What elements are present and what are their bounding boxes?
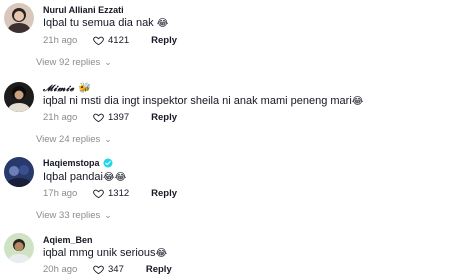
bee-emoji: 🐝: [77, 83, 91, 94]
emoji: 😂: [155, 248, 168, 259]
comment-body: Iqbal pandai: [43, 171, 103, 183]
comment-text: Iqbal tu semua dia nak 😂: [43, 17, 168, 29]
emoji: 😂: [351, 96, 364, 107]
comment-username[interactable]: Nurul Alliani Ezzati: [43, 5, 124, 15]
emoji: 😂😂: [102, 172, 127, 183]
like-count: 347: [108, 264, 124, 275]
avatar-image: [4, 233, 34, 263]
avatar-image: [4, 3, 34, 33]
heart-outline-icon: [93, 113, 104, 123]
avatar[interactable]: [4, 82, 34, 112]
comment-meta: 21h ago 1397 Reply: [43, 112, 177, 123]
chevron-down-icon: ⌄: [104, 210, 112, 220]
comment-body: Iqbal tu semua dia nak: [43, 17, 154, 29]
comment-username[interactable]: Haqiemstopa: [43, 158, 113, 168]
comment-meta: 17h ago 1312 Reply: [43, 188, 177, 199]
view-replies-button[interactable]: View 33 replies ⌄: [36, 210, 112, 221]
username-text: Aqiem_Ben: [43, 235, 93, 245]
view-replies-label: View 33 replies: [36, 210, 101, 221]
comment-text: iqbal ni msti dia ingt inspektor sheila …: [43, 95, 363, 107]
reply-button[interactable]: Reply: [146, 264, 172, 275]
timestamp: 21h ago: [43, 112, 78, 123]
comment-text: iqbal mmg unik serious😂: [43, 247, 167, 259]
like-button[interactable]: 1397: [93, 112, 129, 123]
heart-outline-icon: [93, 189, 104, 199]
timestamp: 17h ago: [43, 188, 78, 199]
avatar-image: [4, 82, 34, 112]
like-button[interactable]: 4121: [93, 35, 129, 46]
verified-check-icon: [103, 158, 113, 168]
reply-button[interactable]: Reply: [151, 35, 177, 46]
emoji: 😂: [156, 18, 169, 29]
view-replies-label: View 92 replies: [36, 57, 101, 68]
comment-username[interactable]: 𝓜𝓲𝓶𝓲𝓮 🐝: [43, 83, 91, 94]
view-replies-button[interactable]: View 92 replies ⌄: [36, 57, 112, 68]
avatar-image: [4, 157, 34, 187]
avatar[interactable]: [4, 157, 34, 187]
avatar[interactable]: [4, 233, 34, 263]
comment-body: iqbal ni msti dia ingt inspektor sheila …: [43, 95, 352, 107]
reply-button[interactable]: Reply: [151, 112, 177, 123]
reply-button[interactable]: Reply: [151, 188, 177, 199]
heart-outline-icon: [93, 36, 104, 46]
comment-meta: 20h ago 347 Reply: [43, 264, 172, 275]
chevron-down-icon: ⌄: [104, 57, 112, 67]
comment-username[interactable]: Aqiem_Ben: [43, 235, 93, 245]
view-replies-label: View 24 replies: [36, 134, 101, 145]
like-button[interactable]: 347: [93, 264, 124, 275]
like-button[interactable]: 1312: [93, 188, 129, 199]
comment-text: Iqbal pandai😂😂: [43, 171, 126, 183]
username-text: Nurul Alliani Ezzati: [43, 5, 124, 15]
heart-outline-icon: [93, 265, 104, 275]
view-replies-button[interactable]: View 24 replies ⌄: [36, 134, 112, 145]
like-count: 1312: [108, 188, 130, 199]
comment-body: iqbal mmg unik serious: [43, 247, 156, 259]
chevron-down-icon: ⌄: [104, 134, 112, 144]
timestamp: 21h ago: [43, 35, 78, 46]
username-text: 𝓜𝓲𝓶𝓲𝓮: [43, 83, 75, 94]
timestamp: 20h ago: [43, 264, 78, 275]
avatar[interactable]: [4, 3, 34, 33]
like-count: 1397: [108, 112, 130, 123]
comment-meta: 21h ago 4121 Reply: [43, 35, 177, 46]
username-text: Haqiemstopa: [43, 158, 100, 168]
like-count: 4121: [108, 35, 130, 46]
